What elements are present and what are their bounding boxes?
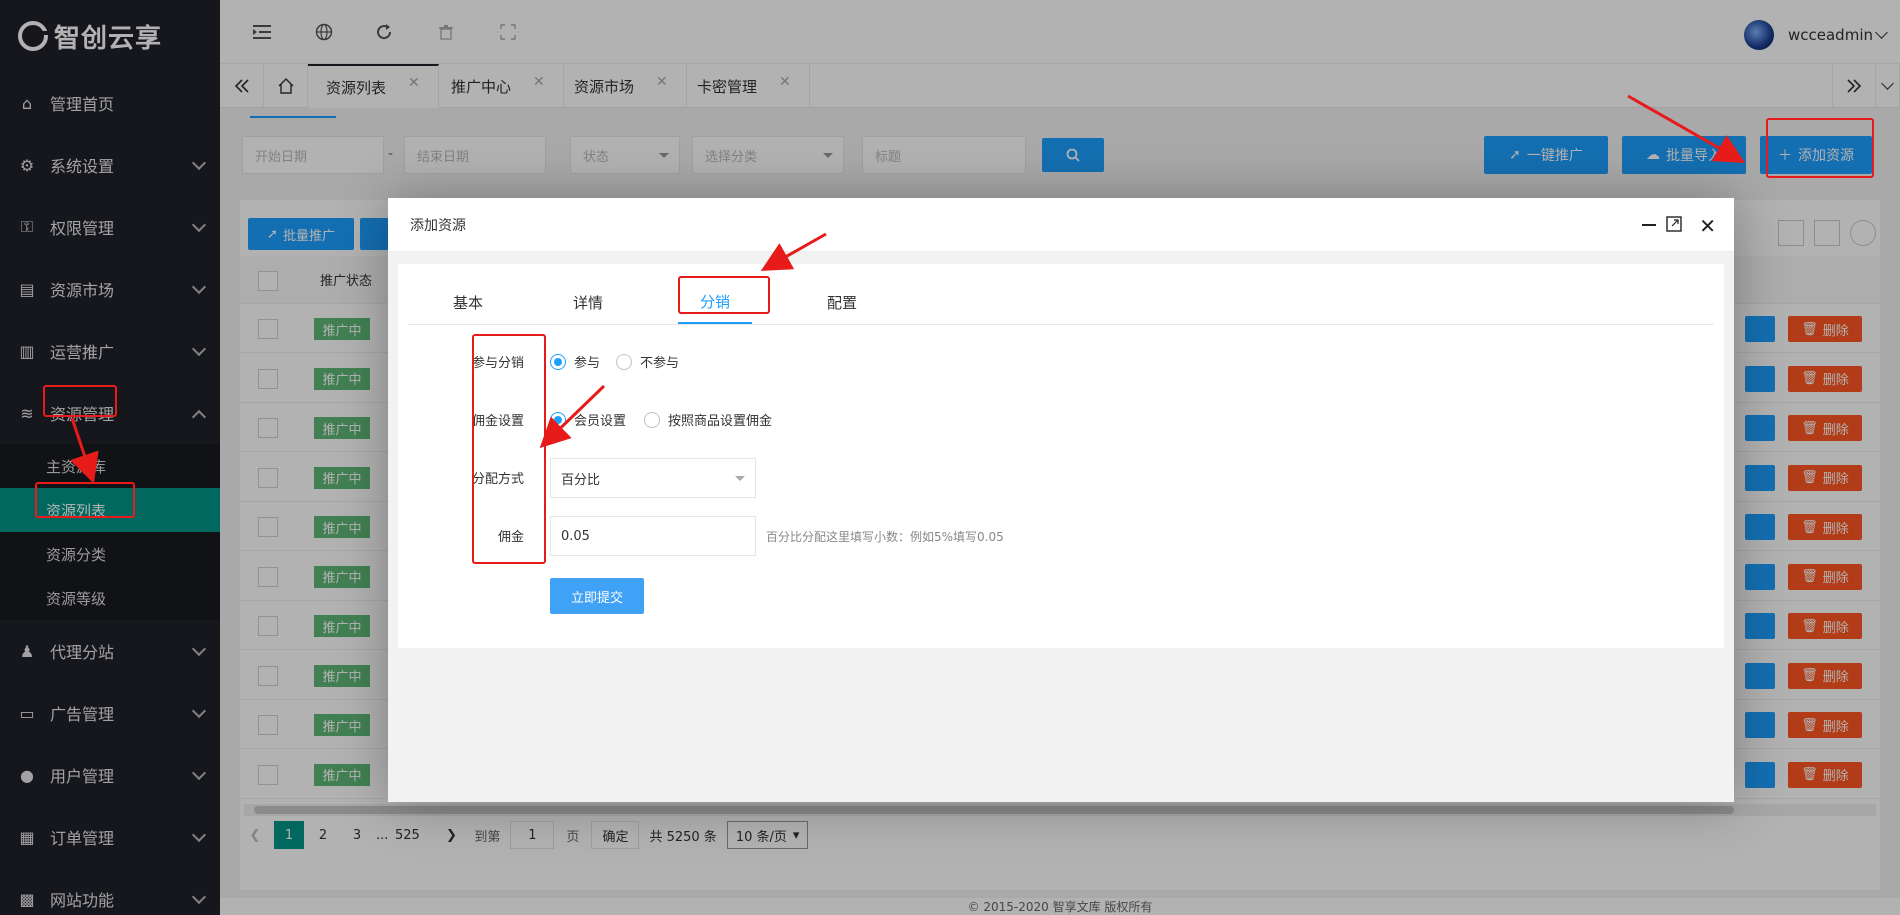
select-value: 百分比 — [561, 472, 601, 488]
tab-distribution[interactable]: 分销 — [678, 280, 752, 324]
input-value: 0.05 — [561, 528, 590, 544]
participate-yes-radio[interactable]: 参与 — [550, 352, 600, 371]
radio-checked-icon — [550, 353, 566, 370]
radio-unchecked-icon — [644, 411, 660, 428]
radio-label: 参与 — [574, 356, 601, 371]
participate-label: 参与分销 — [471, 356, 524, 371]
minimize-icon[interactable] — [1642, 224, 1656, 226]
commission-member-radio[interactable]: 会员设置 — [550, 410, 626, 429]
tab-detail[interactable]: 详情 — [548, 280, 628, 324]
submit-button[interactable]: 立即提交 — [550, 578, 644, 614]
distribution-method-select[interactable]: 百分比 — [550, 458, 756, 498]
radio-checked-icon — [550, 411, 566, 428]
tab-divider — [408, 324, 1714, 325]
caret-down-icon — [735, 476, 745, 486]
participate-no-radio[interactable]: 不参与 — [616, 352, 679, 371]
distribution-method-label: 分配方式 — [471, 472, 524, 487]
close-icon[interactable]: ✕ — [1699, 214, 1716, 238]
add-resource-dialog: 添加资源 ✕ 基本 详情 分销 配置 参与分销 参与 不参与 佣金设置 会员设置… — [388, 198, 1734, 802]
commission-rate-hint: 百分比分配这里填写小数：例如5%填写0.05 — [766, 530, 1004, 544]
tab-basic[interactable]: 基本 — [428, 280, 508, 324]
commission-rate-input[interactable]: 0.05 — [550, 516, 756, 556]
dialog-body: 基本 详情 分销 配置 参与分销 参与 不参与 佣金设置 会员设置 按照商品设置… — [398, 264, 1724, 648]
commission-rate-label: 佣金 — [497, 530, 524, 545]
radio-label: 按照商品设置佣金 — [668, 414, 773, 429]
radio-label: 会员设置 — [574, 414, 627, 429]
dialog-header: 添加资源 — [388, 198, 1734, 252]
commission-by-product-radio[interactable]: 按照商品设置佣金 — [644, 410, 772, 429]
commission-setting-label: 佣金设置 — [471, 414, 524, 429]
tab-config[interactable]: 配置 — [802, 280, 882, 324]
radio-label: 不参与 — [640, 356, 680, 371]
maximize-icon[interactable] — [1666, 216, 1682, 236]
radio-unchecked-icon — [616, 353, 632, 370]
dialog-title: 添加资源 — [410, 217, 466, 234]
